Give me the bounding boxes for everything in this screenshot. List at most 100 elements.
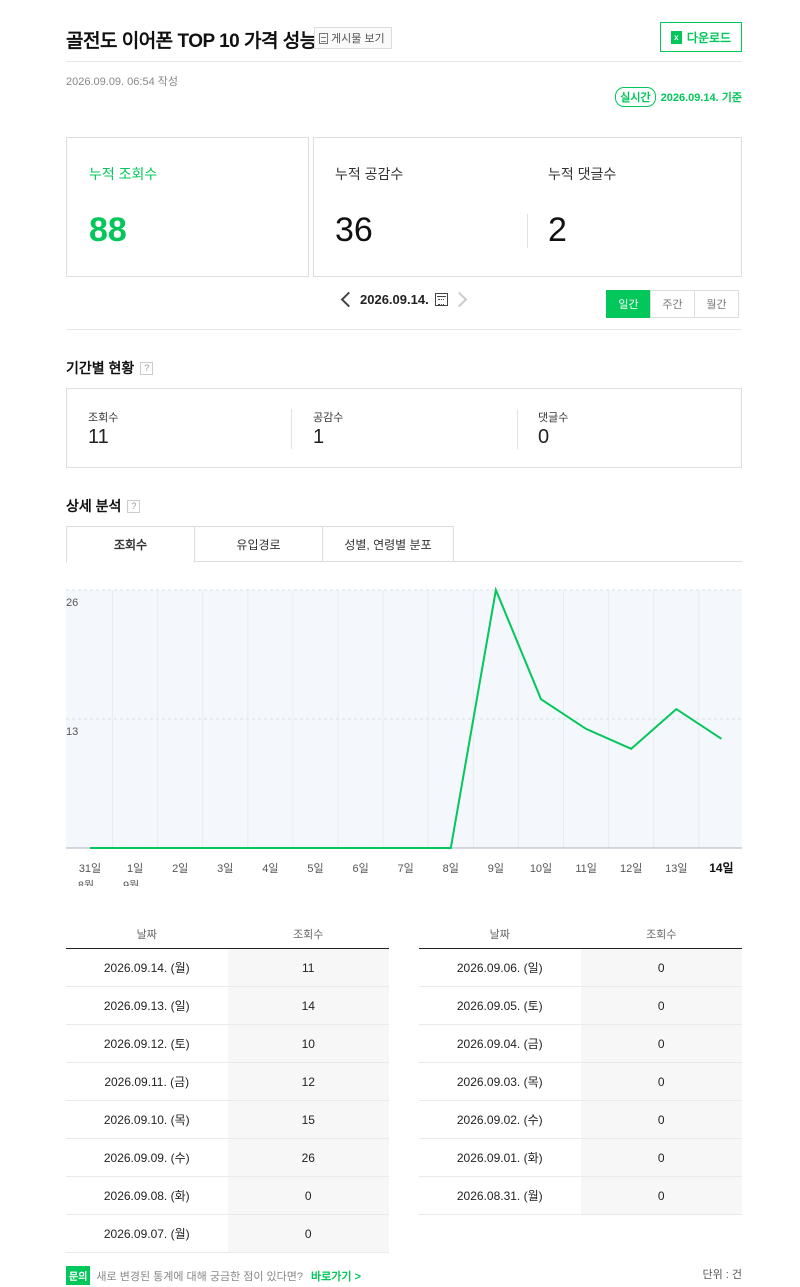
tab-referrer[interactable]: 유입경로 — [194, 526, 323, 562]
row-date: 2026.09.03. (목) — [456, 1075, 543, 1089]
row-views: 10 — [227, 1025, 389, 1062]
detail-tabs: 조회수 유입경로 성별, 연령별 분포 — [66, 526, 742, 563]
x-tick-label: 11일 — [575, 861, 597, 875]
table-row: 2026.09.09. (수) 26 — [66, 1139, 389, 1177]
date-navigator: 2026.09.14. — [340, 291, 467, 308]
row-views: 0 — [580, 1063, 742, 1100]
card-divider — [527, 214, 528, 248]
period-section-title: 기간별 현황 ? — [66, 358, 154, 378]
views-column-header: 조회수 — [646, 929, 677, 941]
views-line-chart: 26 13 31일 1일 2일 3일 4일 5일 6일 7일 8일 9일 10일 11일 12일 13일 14일… — [66, 586, 742, 886]
row-views: 26 — [227, 1139, 389, 1176]
cumulative-views-value: 88 — [89, 211, 127, 249]
period-tab-monthly[interactable]: 월간 — [694, 290, 739, 318]
table-row: 2026.09.06. (일) 0 — [419, 949, 742, 987]
realtime-badge: 실시간 — [615, 87, 656, 107]
period-divider — [517, 409, 518, 449]
x-tick-label: 12일 — [620, 861, 642, 875]
download-button[interactable]: x 다운로드 — [660, 22, 742, 52]
realtime-info: 실시간 2026.09.14. 기준 — [615, 87, 742, 107]
inquiry-text: 새로 변경된 통계에 대해 궁금한 점이 있다면? — [96, 1270, 304, 1283]
x-tick-label: 6일 — [352, 861, 368, 875]
row-views: 12 — [227, 1063, 389, 1100]
period-tab-daily[interactable]: 일간 — [606, 290, 651, 318]
row-date: 2026.09.05. (토) — [456, 999, 543, 1013]
table-row: 2026.09.02. (수) 0 — [419, 1101, 742, 1139]
row-date: 2026.09.13. (일) — [103, 999, 190, 1013]
period-views: 조회수 11 — [88, 409, 118, 449]
x-tick-label: 10일 — [530, 861, 552, 875]
tab-views[interactable]: 조회수 — [66, 526, 195, 563]
chevron-right-icon[interactable] — [451, 291, 467, 308]
current-date[interactable]: 2026.09.14. — [360, 292, 429, 307]
period-comments-label: 댓글수 — [538, 412, 569, 424]
table-row: 2026.09.07. (월) 0 — [66, 1215, 389, 1253]
page-header: 골전도 이어폰 TOP 10 가격 성능 게시물 보기 x 다운로드 — [66, 22, 742, 62]
period-likes: 공감수 1 — [313, 409, 343, 449]
row-views: 0 — [580, 1139, 742, 1176]
period-views-label: 조회수 — [88, 412, 119, 424]
row-date: 2026.09.11. (금) — [104, 1075, 190, 1089]
period-likes-label: 공감수 — [313, 412, 344, 424]
download-label: 다운로드 — [686, 30, 732, 45]
period-tab-weekly[interactable]: 주간 — [650, 290, 695, 318]
row-date: 2026.09.02. (수) — [456, 1113, 543, 1127]
y-tick-label: 13 — [66, 726, 78, 738]
row-views: 14 — [227, 987, 389, 1024]
x-tick-label: 7일 — [398, 861, 414, 875]
table-row: 2026.09.10. (목) 15 — [66, 1101, 389, 1139]
x-tick-label: 31일 — [79, 861, 101, 875]
tab-demographics[interactable]: 성별, 연령별 분포 — [322, 526, 454, 562]
calendar-icon[interactable] — [434, 293, 448, 306]
table-header: 날짜 조회수 — [66, 927, 389, 949]
realtime-date: 2026.09.14. 기준 — [660, 92, 742, 104]
help-icon[interactable]: ? — [127, 499, 141, 513]
daily-table-left: 날짜 조회수 2026.09.14. (월) 11 2026.09.13. (일) 1… — [66, 927, 389, 1253]
row-date: 2026.09.07. (월) — [103, 1227, 190, 1241]
go-link[interactable]: 바로가기 > — [311, 1268, 361, 1284]
row-views: 11 — [227, 949, 389, 986]
table-row: 2026.09.12. (토) 10 — [66, 1025, 389, 1063]
detail-section-title: 상세 분석 ? — [66, 496, 141, 516]
table-header: 날짜 조회수 — [419, 927, 742, 949]
excel-icon: x — [670, 30, 682, 44]
row-views: 15 — [227, 1101, 389, 1138]
cumulative-likes-label: 누적 공감수 — [335, 166, 404, 182]
inquiry-badge: 문의 — [66, 1266, 91, 1285]
cumulative-comments-value: 2 — [548, 211, 567, 249]
row-views: 0 — [580, 1025, 742, 1062]
table-row: 2026.09.14. (월) 11 — [66, 949, 389, 987]
table-row: 2026.09.04. (금) 0 — [419, 1025, 742, 1063]
period-likes-value: 1 — [313, 426, 325, 448]
view-post-button[interactable]: 게시물 보기 — [314, 27, 392, 49]
row-views: 0 — [227, 1215, 389, 1252]
help-icon[interactable]: ? — [140, 361, 154, 375]
month-label: 8월 — [78, 879, 94, 886]
chevron-left-icon[interactable] — [340, 291, 357, 308]
row-date: 2026.09.04. (금) — [456, 1037, 543, 1051]
document-icon — [319, 32, 328, 44]
written-date: 2026.09.09. 06:54 작성 — [66, 76, 178, 88]
divider — [66, 329, 742, 330]
cumulative-views-label: 누적 조회수 — [89, 166, 158, 182]
row-views: 0 — [580, 949, 742, 986]
x-tick-label: 1일 — [127, 861, 143, 875]
x-tick-label: 2일 — [172, 861, 188, 875]
daily-table-right: 날짜 조회수 2026.09.06. (일) 0 2026.09.05. (토) 0 2… — [419, 927, 742, 1215]
table-row: 2026.09.11. (금) 12 — [66, 1063, 389, 1101]
row-date: 2026.09.09. (수) — [103, 1151, 190, 1165]
x-tick-label: 14일 — [709, 861, 733, 875]
cumulative-engagement-card: 누적 공감수 36 누적 댓글수 2 — [313, 137, 742, 277]
views-column-header: 조회수 — [293, 929, 324, 941]
date-column-header: 날짜 — [136, 929, 157, 941]
x-tick-label: 5일 — [307, 861, 323, 875]
page-title: 골전도 이어폰 TOP 10 가격 성능 — [66, 31, 317, 52]
table-row: 2026.08.31. (월) 0 — [419, 1177, 742, 1215]
table-row: 2026.09.08. (화) 0 — [66, 1177, 389, 1215]
footer: 문의 새로 변경된 통계에 대해 궁금한 점이 있다면? 바로가기 > 단위 :… — [66, 1266, 742, 1285]
row-date: 2026.08.31. (월) — [456, 1189, 543, 1203]
x-tick-label: 3일 — [217, 861, 233, 875]
x-tick-label: 4일 — [262, 861, 278, 875]
x-tick-label: 9일 — [488, 861, 504, 875]
cumulative-views-card: 누적 조회수 88 — [66, 137, 309, 277]
